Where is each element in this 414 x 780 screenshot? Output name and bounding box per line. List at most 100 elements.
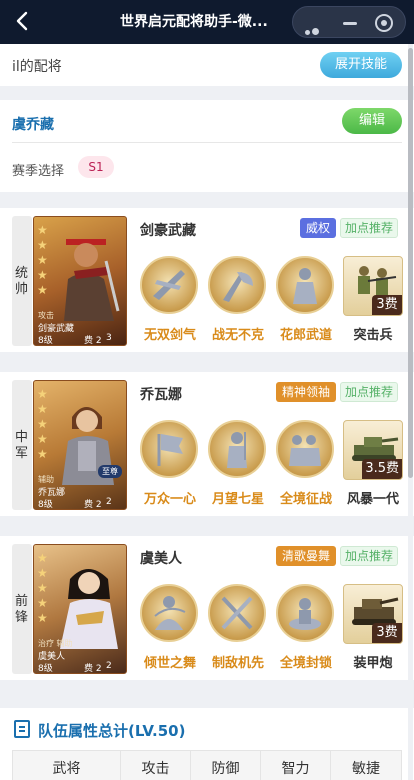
axe-skill-icon: [208, 256, 266, 314]
skill-slot[interactable]: 全境征战: [276, 420, 336, 510]
star-rating: ★ ★ ★ ★ ★: [37, 387, 48, 461]
chevron-left-icon[interactable]: [12, 10, 34, 34]
skill-label: 全境封锁: [279, 656, 332, 671]
skill-slot[interactable]: 制敌机先: [208, 584, 268, 674]
column-header: 攻击: [121, 751, 191, 780]
skill-label: 全境征战: [279, 492, 332, 507]
position-tag: 前锋: [12, 544, 32, 674]
recommend-button[interactable]: 加点推荐: [340, 382, 398, 402]
troop-fee: 3.5费: [362, 459, 402, 479]
top-bar: 世界启元配将助手-微...: [0, 0, 414, 54]
skill-label: 万众一心: [143, 492, 196, 507]
hero-role: 治疗 辅助: [38, 639, 73, 648]
position-tag: 中军: [12, 380, 32, 510]
team-card: 虞乔藏 编辑 赛季选择 S1: [0, 100, 414, 192]
hero-level: 8级: [38, 664, 53, 674]
document-icon: [14, 720, 30, 738]
scrollbar-thumb[interactable]: [408, 48, 413, 478]
hero-row: 前锋 ★ ★ ★ ★ ★ 治疗 辅助 虞美人 8级 费 2 2 虞美人 清歌曼舞 加点推…: [0, 536, 414, 680]
recommend-button[interactable]: 加点推荐: [340, 218, 398, 238]
scrollbar[interactable]: [408, 44, 413, 780]
edit-button[interactable]: 编辑: [342, 108, 402, 134]
skill-slot[interactable]: 全境封锁: [276, 584, 336, 674]
lockdown-skill-icon: [276, 584, 334, 642]
target-close-icon[interactable]: [375, 14, 393, 32]
position-label: 统帅: [15, 266, 29, 297]
hero-cost: 费 2: [84, 664, 102, 674]
hero-row: 中军 ★ ★ ★ ★ ★ 辅助 乔瓦娜 至尊 8级 费 2 2 乔瓦娜 精神领袖 加点推…: [0, 372, 414, 516]
troop-name: 突击兵: [353, 328, 393, 343]
skill-label: 月望七星: [211, 492, 264, 507]
star-rating: ★ ★ ★ ★ ★: [37, 223, 48, 297]
expand-skills-button[interactable]: 展开技能: [320, 52, 402, 78]
skill-slot[interactable]: 倾世之舞: [140, 584, 200, 674]
column-header: 敏捷: [352, 761, 380, 777]
column-header: 智力: [261, 751, 331, 780]
soldier-skill-icon: [208, 420, 266, 478]
stats-table-header: 武将 攻击 防御 智力 敏捷: [12, 750, 402, 780]
hero-role: 攻击: [38, 311, 54, 320]
hero-extra: 2: [106, 497, 112, 507]
star-rating: ★ ★ ★ ★ ★: [37, 551, 48, 625]
column-header: 防御: [191, 751, 261, 780]
trait-badge: 清歌曼舞: [276, 546, 336, 566]
position-tag: 统帅: [12, 216, 32, 346]
skill-slot[interactable]: 无双剑气: [140, 256, 200, 346]
skill-label: 花郎武道: [279, 328, 332, 343]
banner-skill-icon: [140, 420, 198, 478]
hero-portrait[interactable]: ★ ★ ★ ★ ★ 治疗 辅助 虞美人 8级 费 2 2: [33, 544, 127, 674]
skill-label: 倾世之舞: [143, 656, 196, 671]
hero-extra: 3: [106, 333, 112, 343]
troop-fee: 3费: [372, 295, 402, 315]
hero-figure-image: [60, 569, 118, 649]
sword-skill-icon: [140, 256, 198, 314]
rank-badge: 至尊: [98, 465, 122, 478]
skill-label: 战无不克: [211, 328, 264, 343]
minimize-icon[interactable]: [343, 22, 357, 25]
hero-cost: 费 2: [84, 500, 102, 510]
team-stats-summary: 队伍属性总计(LV.50) 武将 攻击 防御 智力 敏捷: [0, 708, 414, 780]
warrior-skill-icon: [276, 256, 334, 314]
skill-label: 无双剑气: [143, 328, 196, 343]
crossed-blades-skill-icon: [208, 584, 266, 642]
hero-extra: 2: [106, 661, 112, 671]
skill-label: 制敌机先: [211, 656, 264, 671]
summary-title: 队伍属性总计(LV.50): [38, 722, 186, 740]
recommend-button[interactable]: 加点推荐: [340, 546, 398, 566]
skill-slot[interactable]: 月望七星: [208, 420, 268, 510]
troop-card[interactable]: 3.5费: [343, 420, 403, 480]
skill-slot[interactable]: 万众一心: [140, 420, 200, 510]
hero-name: 剑豪武藏: [140, 223, 196, 239]
season-selector[interactable]: S1: [78, 156, 114, 178]
position-label: 前锋: [15, 594, 29, 625]
skill-slot[interactable]: 战无不克: [208, 256, 268, 346]
season-label: 赛季选择: [12, 164, 65, 179]
owner-name: il的配将: [12, 59, 62, 75]
hero-level: 8级: [38, 500, 53, 510]
column-header: 武将: [13, 751, 121, 780]
hero-cost: 费 2: [84, 336, 102, 346]
troop-name: 装甲炮: [353, 656, 393, 671]
hero-level: 8级: [38, 336, 53, 346]
skill-slot[interactable]: 花郎武道: [276, 256, 336, 346]
troop-name: 风暴一代: [346, 492, 399, 507]
dance-skill-icon: [140, 584, 198, 642]
more-dots-icon[interactable]: [305, 20, 327, 54]
mini-program-capsule: [292, 6, 406, 54]
hero-name: 乔瓦娜: [140, 387, 182, 403]
hero-portrait[interactable]: ★ ★ ★ ★ ★ 攻击 剑豪武藏 8级 费 2 3: [33, 216, 127, 346]
trait-badge: 威权: [300, 218, 336, 238]
divider: [12, 142, 402, 143]
army-skill-icon: [276, 420, 334, 478]
trait-badge: 精神领袖: [276, 382, 336, 402]
owner-header: il的配将 展开技能: [0, 44, 414, 86]
hero-name: 虞美人: [140, 551, 182, 567]
hero-portrait[interactable]: ★ ★ ★ ★ ★ 辅助 乔瓦娜 至尊 8级 费 2 2: [33, 380, 127, 510]
hero-figure-image: [64, 239, 120, 321]
page-title: 世界启元配将助手-微...: [120, 14, 268, 30]
team-name: 虞乔藏: [12, 117, 54, 133]
position-label: 中军: [15, 430, 29, 461]
troop-card[interactable]: 3费: [343, 256, 403, 316]
troop-card[interactable]: 3费: [343, 584, 403, 644]
hero-role: 辅助: [38, 475, 54, 484]
